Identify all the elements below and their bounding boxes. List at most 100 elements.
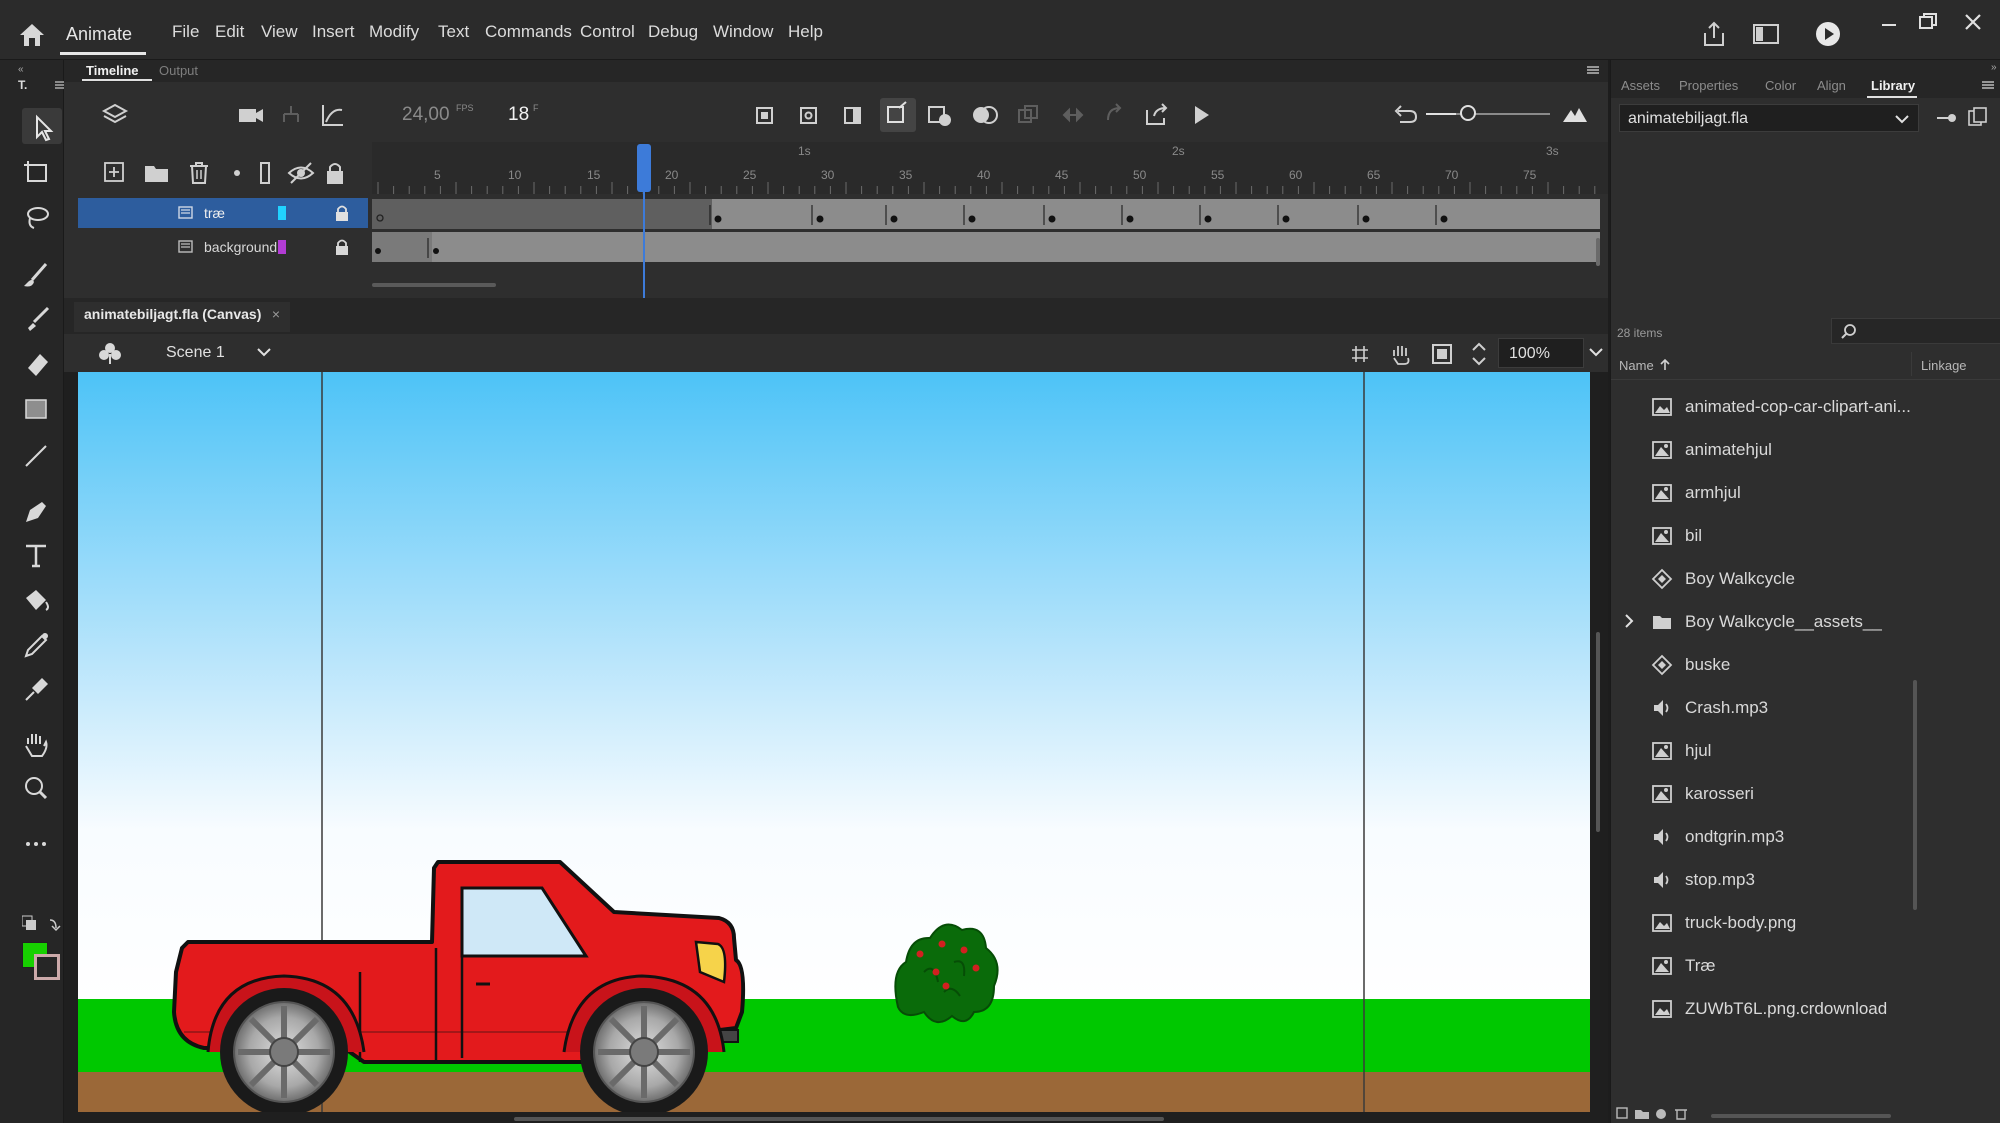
camera-icon[interactable] [236, 100, 266, 130]
stage-canvas[interactable] [64, 372, 1608, 1123]
pin-library-icon[interactable] [1935, 108, 1959, 128]
menu-debug[interactable]: Debug [648, 22, 698, 42]
library-item[interactable]: Boy Walkcycle__assets__ [1625, 605, 1983, 639]
tab-color[interactable]: Color [1765, 78, 1796, 93]
menu-commands[interactable]: Commands [485, 22, 572, 42]
timeline-zoom-slider-handle[interactable] [1460, 105, 1476, 121]
library-item[interactable]: buske [1643, 648, 1983, 682]
current-frame-value[interactable]: 18 [508, 104, 529, 126]
new-layer-icon[interactable] [100, 158, 130, 188]
graph-editor-icon[interactable] [318, 100, 348, 130]
line-tool[interactable] [20, 436, 64, 472]
tab-properties[interactable]: Properties [1679, 78, 1738, 93]
test-movie-icon[interactable] [1814, 20, 1842, 48]
tab-timeline[interactable]: Timeline [86, 63, 139, 78]
frame-ruler[interactable]: 1s 2s 3s 5 10 15 20 25 30 35 40 45 50 55… [372, 142, 1608, 194]
layer-row-trae[interactable]: træ [78, 198, 368, 228]
rotate-stage-icon[interactable] [1388, 342, 1414, 366]
layer-name[interactable]: background [204, 239, 277, 255]
play-button[interactable] [1186, 100, 1216, 130]
tab-align[interactable]: Align [1817, 78, 1846, 93]
library-item[interactable]: bil [1643, 519, 1983, 553]
delete-layer-icon[interactable] [184, 158, 214, 188]
menu-edit[interactable]: Edit [215, 22, 244, 42]
highlight-layers-icon[interactable] [222, 158, 252, 188]
convert-to-symbol-icon[interactable] [1142, 100, 1172, 130]
close-window-button[interactable] [1954, 10, 1994, 34]
center-stage-icon[interactable] [1468, 340, 1490, 368]
outline-layers-icon[interactable] [250, 158, 280, 188]
swap-colors-icon[interactable] [22, 914, 62, 934]
chevron-down-icon[interactable] [256, 346, 272, 358]
zoom-dropdown-chevron-icon[interactable] [1588, 346, 1604, 358]
layer-row-background[interactable]: background [78, 232, 368, 262]
tab-assets[interactable]: Assets [1621, 78, 1660, 93]
tab-output[interactable]: Output [159, 63, 198, 78]
edit-multiple-frames-icon[interactable] [1014, 100, 1044, 130]
library-item[interactable]: truck-body.png [1643, 906, 1983, 940]
lock-all-layers-icon[interactable] [320, 158, 350, 188]
document-tab[interactable]: animatebiljagt.fla (Canvas) × [74, 302, 291, 332]
insert-blank-keyframe-icon[interactable] [794, 100, 824, 130]
library-item[interactable]: Boy Walkcycle [1643, 562, 1983, 596]
frames-track-background[interactable] [372, 232, 1600, 262]
fps-value[interactable]: 24,00 [402, 104, 450, 126]
library-item[interactable]: Crash.mp3 [1643, 691, 1983, 725]
truck-rear-wheel[interactable] [220, 988, 348, 1116]
column-name-header[interactable]: Name [1619, 358, 1654, 373]
fit-timeline-icon[interactable] [1560, 100, 1590, 130]
loop-playback-icon[interactable] [1058, 100, 1088, 130]
snap-grid-icon[interactable] [1348, 342, 1372, 366]
frames-track-trae[interactable] [372, 199, 1600, 229]
lock-icon[interactable] [334, 204, 350, 222]
library-item[interactable]: animated-cop-car-clipart-ani... [1643, 390, 1983, 424]
library-document-select[interactable]: animatebiljagt.fla [1619, 104, 1919, 132]
library-item[interactable]: ZUWbT6L.png.crdownload [1643, 992, 1983, 1026]
parenting-icon[interactable] [276, 100, 306, 130]
rectangle-tool[interactable] [20, 390, 64, 426]
truck-front-wheel[interactable] [580, 988, 708, 1116]
menu-text[interactable]: Text [438, 22, 469, 42]
create-tween-icon[interactable] [924, 100, 954, 130]
panel-menu-icon[interactable] [1981, 80, 1995, 90]
column-linkage-header[interactable]: Linkage [1921, 358, 1967, 373]
fill-color-swatch[interactable] [34, 954, 60, 980]
auto-keyframe-toggle[interactable] [880, 98, 916, 132]
close-tab-icon[interactable]: × [272, 306, 280, 322]
library-item[interactable]: hjul [1643, 734, 1983, 768]
sort-ascending-icon[interactable] [1659, 358, 1671, 372]
column-divider[interactable] [1911, 352, 1912, 376]
more-tools-icon[interactable] [20, 824, 64, 860]
library-item[interactable]: karosseri [1643, 777, 1983, 811]
timeline-horizontal-scrollbar[interactable] [372, 283, 496, 287]
menu-view[interactable]: View [261, 22, 298, 42]
menu-control[interactable]: Control [580, 22, 635, 42]
clip-canvas-icon[interactable] [1430, 342, 1454, 366]
layer-name[interactable]: træ [204, 205, 225, 221]
zoom-tool[interactable] [20, 768, 64, 804]
paint-bucket-tool[interactable] [20, 580, 64, 616]
scene-icon[interactable] [96, 340, 124, 366]
lasso-tool[interactable] [20, 198, 64, 234]
undo-icon[interactable] [1390, 100, 1420, 130]
layer-color-swatch[interactable] [278, 240, 286, 254]
home-icon[interactable] [18, 22, 46, 48]
free-transform-tool[interactable] [20, 154, 64, 190]
minimize-button[interactable] [1870, 10, 1910, 34]
library-search-input[interactable] [1831, 318, 2000, 344]
text-tool[interactable] [20, 536, 64, 572]
onion-skin-icon[interactable] [970, 100, 1000, 130]
timeline-vertical-scrollbar[interactable] [1596, 238, 1600, 266]
scene-name[interactable]: Scene 1 [166, 344, 225, 362]
menu-file[interactable]: File [172, 22, 199, 42]
layer-color-swatch[interactable] [278, 206, 286, 220]
library-item[interactable]: Træ [1643, 949, 1983, 983]
classic-brush-tool[interactable] [20, 300, 64, 336]
library-vertical-scrollbar[interactable] [1913, 680, 1917, 910]
library-item[interactable]: stop.mp3 [1643, 863, 1983, 897]
stage-horizontal-scrollbar[interactable] [514, 1117, 1164, 1121]
hand-tool[interactable] [20, 724, 64, 760]
share-icon[interactable] [1700, 20, 1728, 48]
eraser-tool[interactable] [20, 344, 64, 380]
selection-tool[interactable] [22, 108, 62, 144]
